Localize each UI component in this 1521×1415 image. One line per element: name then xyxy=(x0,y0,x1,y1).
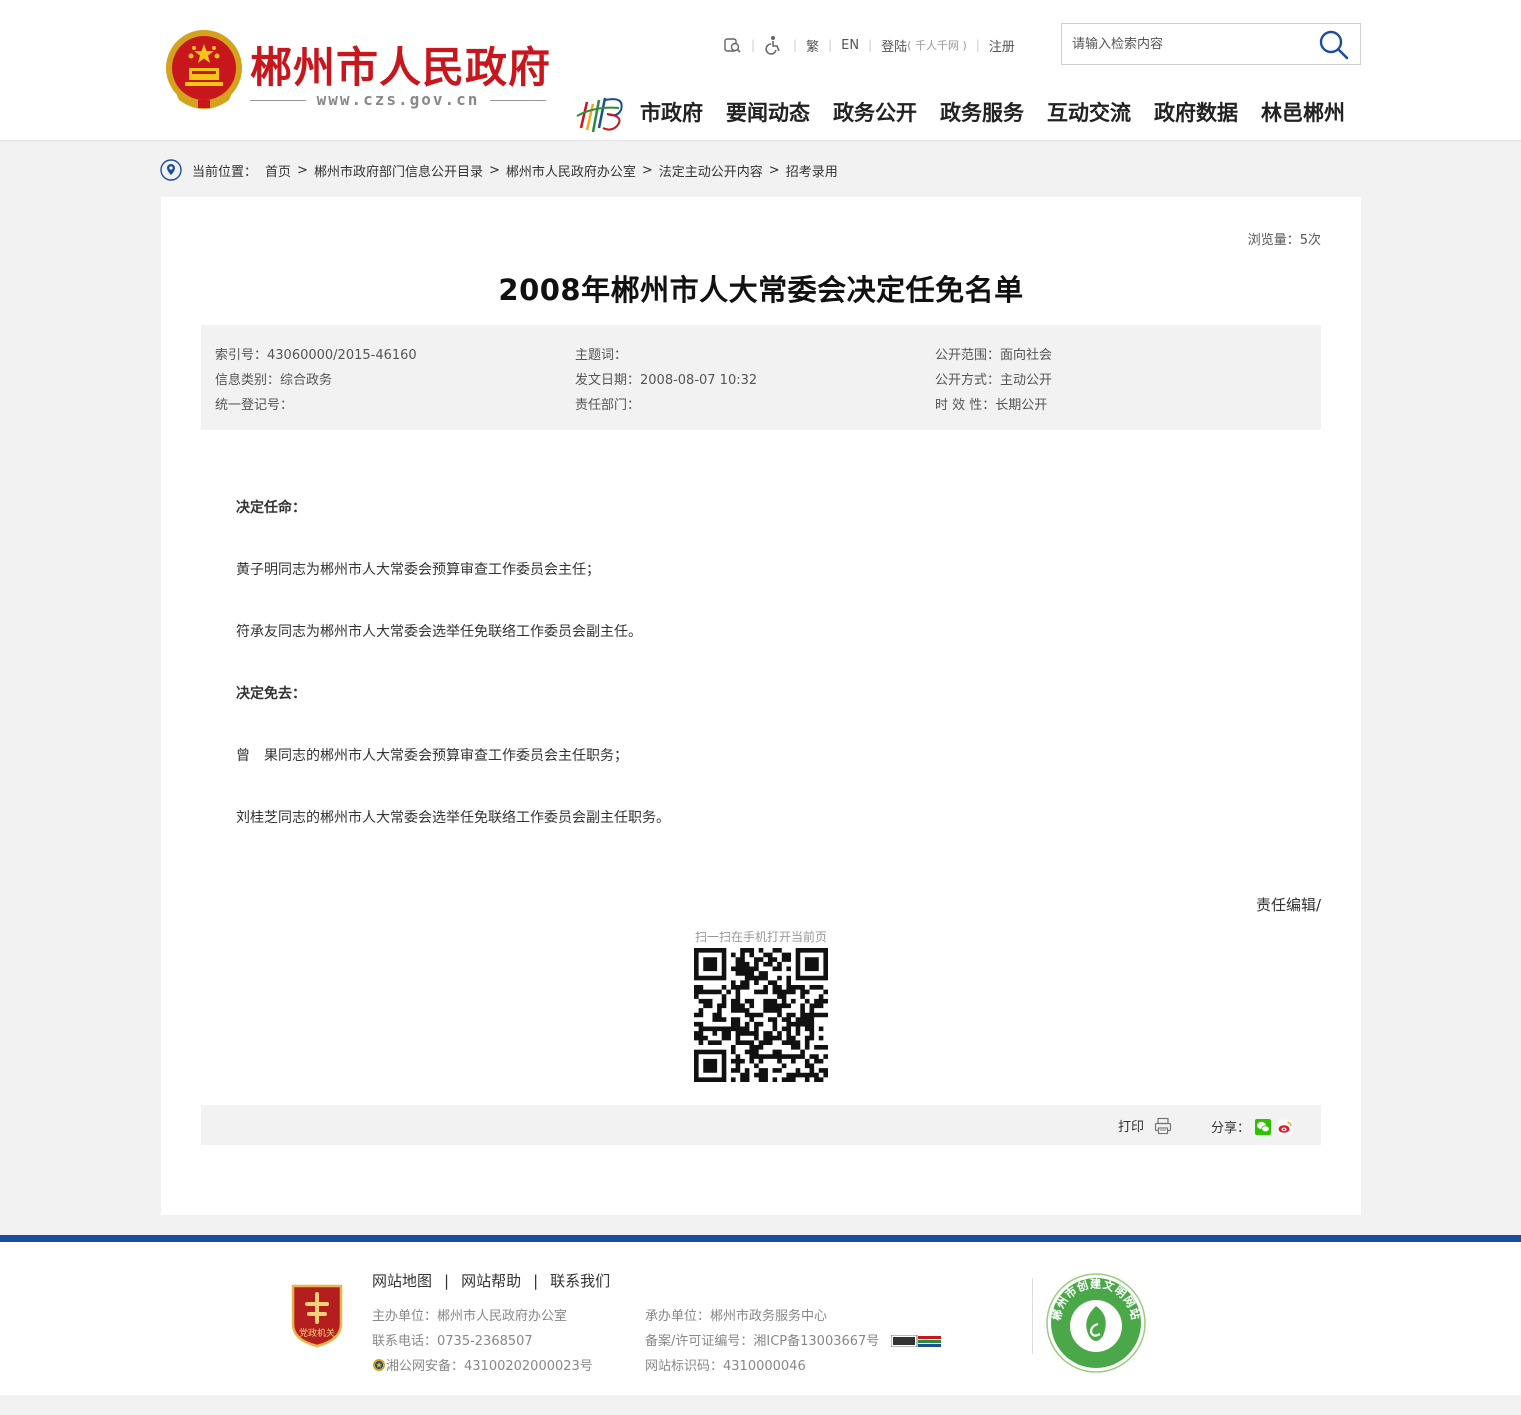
meta-registration-no: 统一登记号： xyxy=(215,398,294,413)
print-label: 打印 xyxy=(1118,1120,1145,1135)
english-link[interactable]: EN xyxy=(841,38,859,53)
accessibility-icon[interactable] xyxy=(764,35,784,55)
national-emblem-icon[interactable] xyxy=(163,26,245,112)
footer-police-record[interactable]: 湘公网安备：43100202000023号 xyxy=(372,1355,593,1374)
main-nav: 市政府 要闻动态 政务公开 政务服务 互动交流 政府数据 林邑郴州 xyxy=(640,97,1345,127)
meta-index-no: 索引号：43060000/2015-46160 xyxy=(215,348,417,363)
icp-text: 备案/许可证编号：湘ICP备13003667号 xyxy=(645,1334,880,1349)
party-badge-text: 党政机关 xyxy=(299,1327,335,1339)
responsible-editor: 责任编辑/ xyxy=(1255,896,1321,914)
breadcrumb-dept-directory[interactable]: 郴州市政府部门信息公开目录 xyxy=(314,161,483,180)
nav-government-data[interactable]: 政府数据 xyxy=(1154,97,1238,127)
qr-code-icon xyxy=(694,948,828,1082)
breadcrumb: 当前位置： 首页 > 郴州市政府部门信息公开目录 > 郴州市人民政府办公室 > … xyxy=(160,158,838,182)
footer-contact-link[interactable]: 联系我们 xyxy=(550,1270,610,1291)
elderly-mode-icon[interactable] xyxy=(722,35,742,55)
police-record-text: 湘公网安备：43100202000023号 xyxy=(386,1359,593,1374)
site-url: www.czs.gov.cn xyxy=(316,90,480,109)
share-label: 分享： xyxy=(1211,1121,1251,1136)
login-sub-label: ( 千人千网 ) xyxy=(907,39,967,52)
breadcrumb-home[interactable]: 首页 xyxy=(265,161,291,180)
nav-news[interactable]: 要闻动态 xyxy=(726,97,810,127)
article-toolbar: 打印 分享： xyxy=(201,1105,1321,1145)
nav-interaction[interactable]: 互动交流 xyxy=(1047,97,1131,127)
cnzz-stat-icon[interactable] xyxy=(891,1335,942,1347)
top-links: | | 繁 | EN | 登陆 ( 千人千网 ) | 注册 xyxy=(722,34,1015,56)
weibo-share-icon[interactable] xyxy=(1277,1118,1294,1135)
paragraph: 黄子明同志为郴州市人大常委会预算审查工作委员会主任； xyxy=(236,562,600,578)
site-name[interactable]: 郴州市人民政府 xyxy=(250,34,551,95)
paragraph-heading-remove: 决定免去： xyxy=(236,686,306,702)
view-count: 浏览量：5次 xyxy=(1247,233,1321,248)
civilized-website-badge-icon[interactable]: 郴州市创建文明网站 xyxy=(1045,1272,1147,1374)
article-panel: 浏览量：5次 2008年郴州市人大常委会决定任免名单 索引号：43060000/… xyxy=(161,197,1361,1215)
footer-sitemap-link[interactable]: 网站地图 xyxy=(372,1270,432,1291)
nav-city-government[interactable]: 市政府 xyxy=(640,97,703,127)
share-bar: 分享： xyxy=(1211,1117,1294,1136)
footer-help-link[interactable]: 网站帮助 xyxy=(461,1270,521,1291)
nav-government-affairs-disclosure[interactable]: 政务公开 xyxy=(833,97,917,127)
meta-validity: 时 效 性：长期公开 xyxy=(935,398,1048,413)
site-footer: 党政机关 网站地图 | 网站帮助 | 联系我们 主办单位：郴州市人民政府办公室 … xyxy=(0,1235,1521,1395)
meta-date: 发文日期：2008-08-07 10:32 xyxy=(575,373,758,388)
site-header: 郴州市人民政府 www.czs.gov.cn | | 繁 | EN | 登陆 (… xyxy=(0,0,1521,141)
search-input[interactable] xyxy=(1072,32,1312,56)
location-pin-icon xyxy=(160,159,182,181)
printer-icon xyxy=(1154,1117,1172,1134)
breadcrumb-statutory-content[interactable]: 法定主动公开内容 xyxy=(659,161,763,180)
footer-site-code: 网站标识码：4310000046 xyxy=(645,1359,806,1374)
paragraph: 符承友同志为郴州市人大常委会选举任免联络工作委员会副主任。 xyxy=(236,624,642,640)
meta-category: 信息类别：综合政务 xyxy=(215,373,333,388)
meta-department: 责任部门： xyxy=(575,398,641,413)
search-box xyxy=(1061,23,1361,65)
party-government-badge-icon[interactable]: 党政机关 xyxy=(289,1282,345,1348)
nav-linyi-chenzhou[interactable]: 林邑郴州 xyxy=(1261,97,1345,127)
nav-government-services[interactable]: 政务服务 xyxy=(940,97,1024,127)
meta-subject: 主题词： xyxy=(575,348,628,363)
traditional-chinese-link[interactable]: 繁 xyxy=(806,36,819,55)
police-badge-icon xyxy=(373,1359,385,1371)
footer-organizer: 承办单位：郴州市政务服务中心 xyxy=(645,1309,828,1324)
register-link[interactable]: 注册 xyxy=(989,36,1015,55)
print-button[interactable]: 打印 xyxy=(1118,1116,1172,1135)
footer-host: 主办单位：郴州市人民政府办公室 xyxy=(372,1309,568,1324)
breadcrumb-recruitment[interactable]: 招考录用 xyxy=(786,161,838,180)
login-link[interactable]: 登陆 xyxy=(881,36,907,55)
article-title: 2008年郴州市人大常委会决定任免名单 xyxy=(498,273,1024,307)
paragraph-heading-appoint: 决定任命： xyxy=(236,500,306,516)
footer-icp[interactable]: 备案/许可证编号：湘ICP备13003667号 xyxy=(645,1330,942,1349)
nav-logo-icon xyxy=(576,97,623,133)
meta-method: 公开方式：主动公开 xyxy=(935,373,1053,388)
search-icon[interactable] xyxy=(1318,29,1350,61)
paragraph: 曾 果同志的郴州市人大常委会预算审查工作委员会主任职务； xyxy=(236,748,628,764)
breadcrumb-label: 当前位置： xyxy=(192,164,258,180)
meta-scope: 公开范围：面向社会 xyxy=(935,348,1053,363)
metadata-box: 索引号：43060000/2015-46160 主题词： 公开范围：面向社会 信… xyxy=(201,325,1321,430)
site-url-row: www.czs.gov.cn xyxy=(250,90,546,110)
footer-phone: 联系电话：0735-2368507 xyxy=(372,1334,533,1349)
footer-links: 网站地图 | 网站帮助 | 联系我们 xyxy=(372,1270,611,1291)
breadcrumb-government-office[interactable]: 郴州市人民政府办公室 xyxy=(506,161,636,180)
wechat-share-icon[interactable] xyxy=(1255,1118,1272,1135)
page-bottom-strip xyxy=(0,1395,1521,1415)
footer-divider xyxy=(1032,1278,1033,1354)
paragraph: 刘桂芝同志的郴州市人大常委会选举任免联络工作委员会副主任职务。 xyxy=(236,810,670,826)
qr-caption: 扫一扫在手机打开当前页 xyxy=(694,930,827,944)
